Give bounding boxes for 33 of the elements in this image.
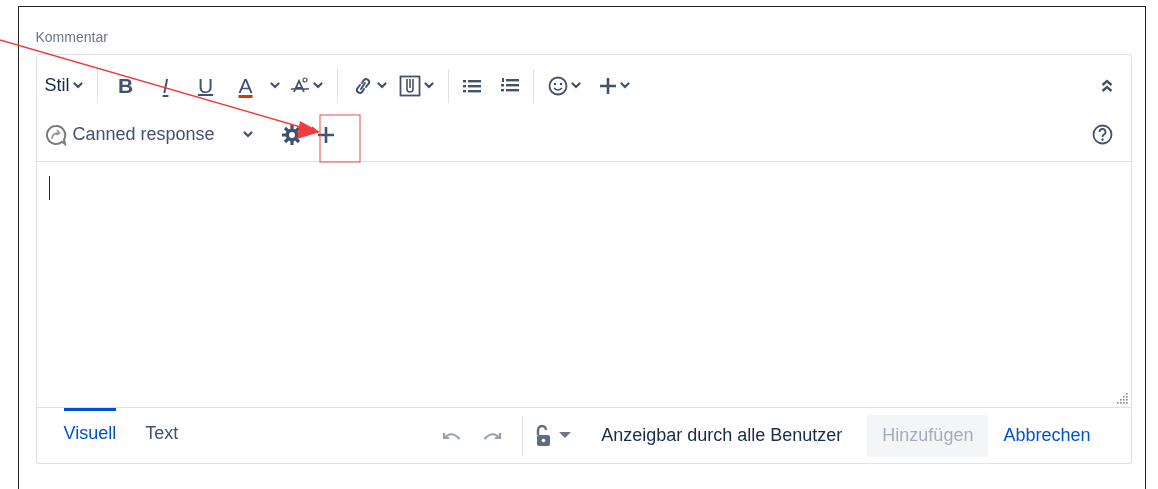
bold-button[interactable]: B: [110, 68, 141, 103]
field-label: Kommentar: [35, 29, 108, 45]
cancel-link[interactable]: Abbrechen: [988, 414, 1106, 457]
chevron-down-icon: [570, 82, 581, 89]
canned-response-dropdown[interactable]: Canned response: [44, 123, 261, 146]
chevron-down-icon: [312, 82, 323, 89]
chevron-down-icon: [72, 82, 83, 89]
numbered-list-icon: [500, 77, 519, 94]
chevron-down-icon: [376, 82, 387, 89]
plus-icon: [316, 125, 335, 144]
attachment-icon: [398, 74, 421, 97]
caret-down-icon: [559, 432, 572, 439]
italic-button[interactable]: I: [150, 68, 181, 103]
visibility-dropdown[interactable]: [535, 424, 572, 447]
help-icon: [1091, 124, 1113, 145]
double-chevron-up-icon: [1100, 78, 1113, 93]
editor-tab[interactable]: Text: [145, 408, 179, 463]
plus-icon: [598, 76, 617, 95]
visibility-text: Anzeigbar durch alle Benutzer: [601, 425, 843, 446]
editor-tab[interactable]: Visuell: [63, 408, 117, 463]
underline-button[interactable]: U: [190, 68, 221, 103]
color-button[interactable]: A: [230, 68, 261, 103]
unlocked-padlock-icon: [535, 424, 552, 447]
chevron-down-icon: [619, 82, 630, 89]
highlight-box: [319, 114, 361, 163]
bullet-list-icon: [462, 77, 481, 94]
text-cursor: [48, 176, 50, 200]
smiley-icon: [547, 75, 568, 96]
chevron-down-icon: [242, 131, 253, 138]
canned-response-icon: [44, 123, 67, 146]
style-dropdown[interactable]: Stil: [44, 68, 89, 103]
chevron-down-icon: [269, 82, 280, 89]
chevron-down-icon: [423, 82, 434, 89]
